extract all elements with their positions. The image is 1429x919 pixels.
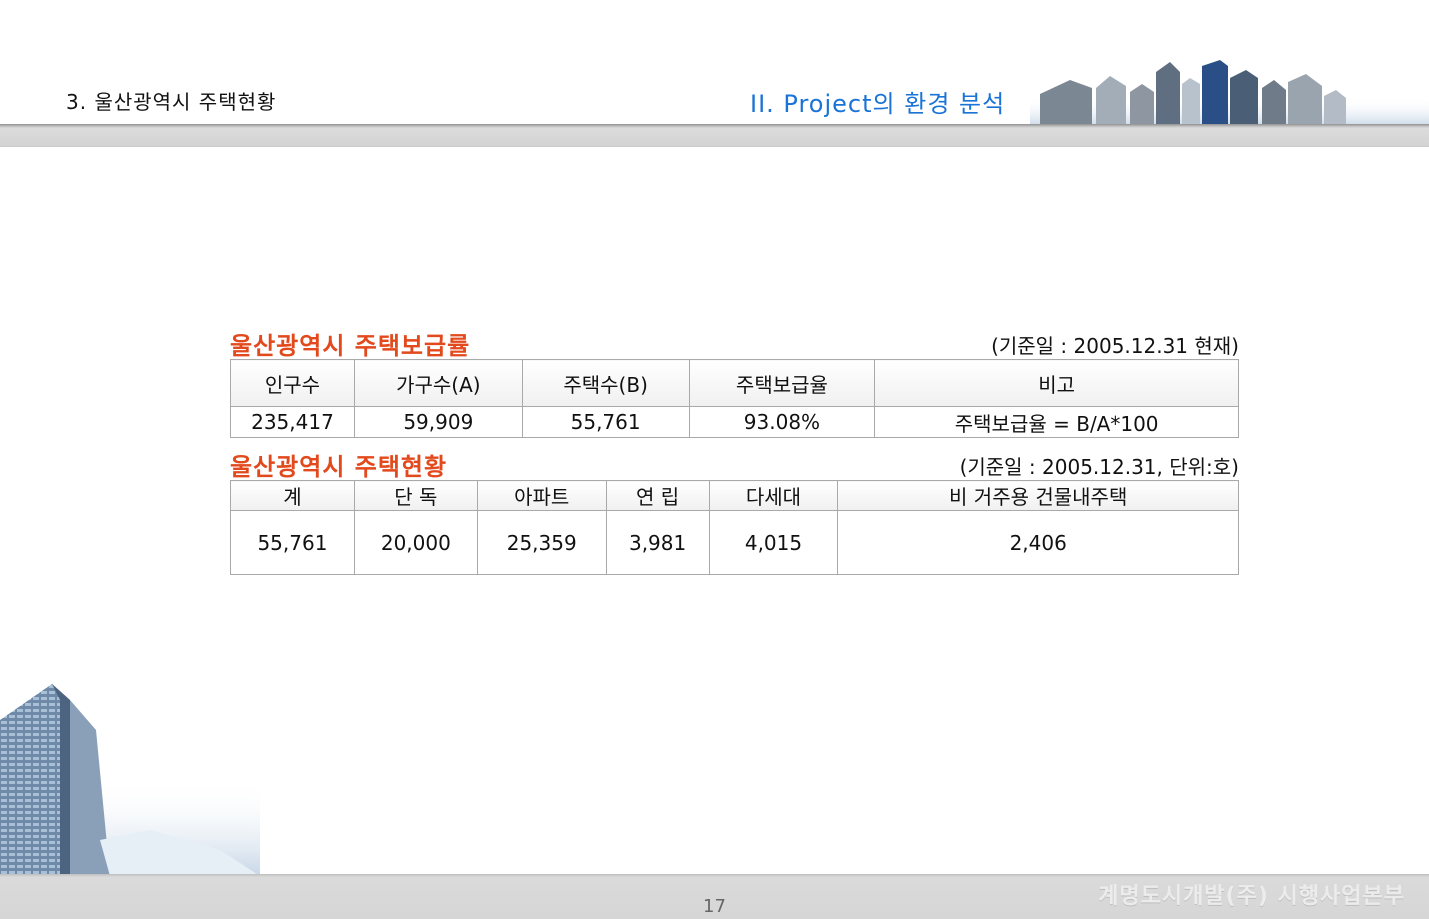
table-cell: 4,015 xyxy=(708,510,839,575)
header-cell: 비 거주용 건물내주택 xyxy=(837,480,1239,511)
status-header-row: 계 단 독 아파트 연 립 다세대 비 거주용 건물내주택 xyxy=(230,480,1239,511)
building-image xyxy=(0,684,260,876)
header-cell: 계 xyxy=(230,480,355,511)
table-cell: 55,761 xyxy=(521,406,690,438)
company-watermark: 계명도시개발(주) 시행사업본부 xyxy=(1098,884,1405,909)
supply-rate-note: (기준일 : 2005.12.31 현재) xyxy=(991,334,1239,358)
table-cell: 55,761 xyxy=(230,510,355,575)
table-cell: 59,909 xyxy=(353,406,523,438)
header-cell: 다세대 xyxy=(708,480,839,511)
header-divider xyxy=(0,124,1429,147)
header-cell: 가구수(A) xyxy=(353,359,523,407)
table-cell: 235,417 xyxy=(230,406,355,438)
supply-rate-title: 울산광역시 주택보급률 xyxy=(230,332,471,360)
header-cell: 주택수(B) xyxy=(521,359,690,407)
header-cell: 주택보급율 xyxy=(688,359,876,407)
housing-status-table: 계 단 독 아파트 연 립 다세대 비 거주용 건물내주택 55,761 20,… xyxy=(230,480,1239,575)
housing-status-title: 울산광역시 주택현황 xyxy=(230,453,448,481)
header-cell: 비고 xyxy=(874,359,1239,407)
table-cell: 93.08% xyxy=(688,406,876,438)
header-cell: 단 독 xyxy=(353,480,478,511)
supply-rate-table: 인구수 가구수(A) 주택수(B) 주택보급율 비고 235,417 59,90… xyxy=(230,359,1239,438)
table-cell: 20,000 xyxy=(353,510,478,575)
table-row: 55,761 20,000 25,359 3,981 4,015 2,406 xyxy=(230,510,1239,575)
table-cell: 3,981 xyxy=(605,510,710,575)
header-cell: 아파트 xyxy=(476,480,607,511)
chapter-heading: II. Project의 환경 분석 xyxy=(750,90,1006,118)
housing-status-note: (기준일 : 2005.12.31, 단위:호) xyxy=(959,455,1239,479)
skyline-image xyxy=(1030,60,1429,126)
header-cell: 연 립 xyxy=(605,480,710,511)
table-cell: 25,359 xyxy=(476,510,607,575)
supply-header-row: 인구수 가구수(A) 주택수(B) 주택보급율 비고 xyxy=(230,359,1239,407)
table-cell: 주택보급율 = B/A*100 xyxy=(874,406,1239,438)
section-heading: 3. 울산광역시 주택현황 xyxy=(66,90,277,114)
table-row: 235,417 59,909 55,761 93.08% 주택보급율 = B/A… xyxy=(230,406,1239,438)
table-cell: 2,406 xyxy=(837,510,1239,575)
header-cell: 인구수 xyxy=(230,359,355,407)
